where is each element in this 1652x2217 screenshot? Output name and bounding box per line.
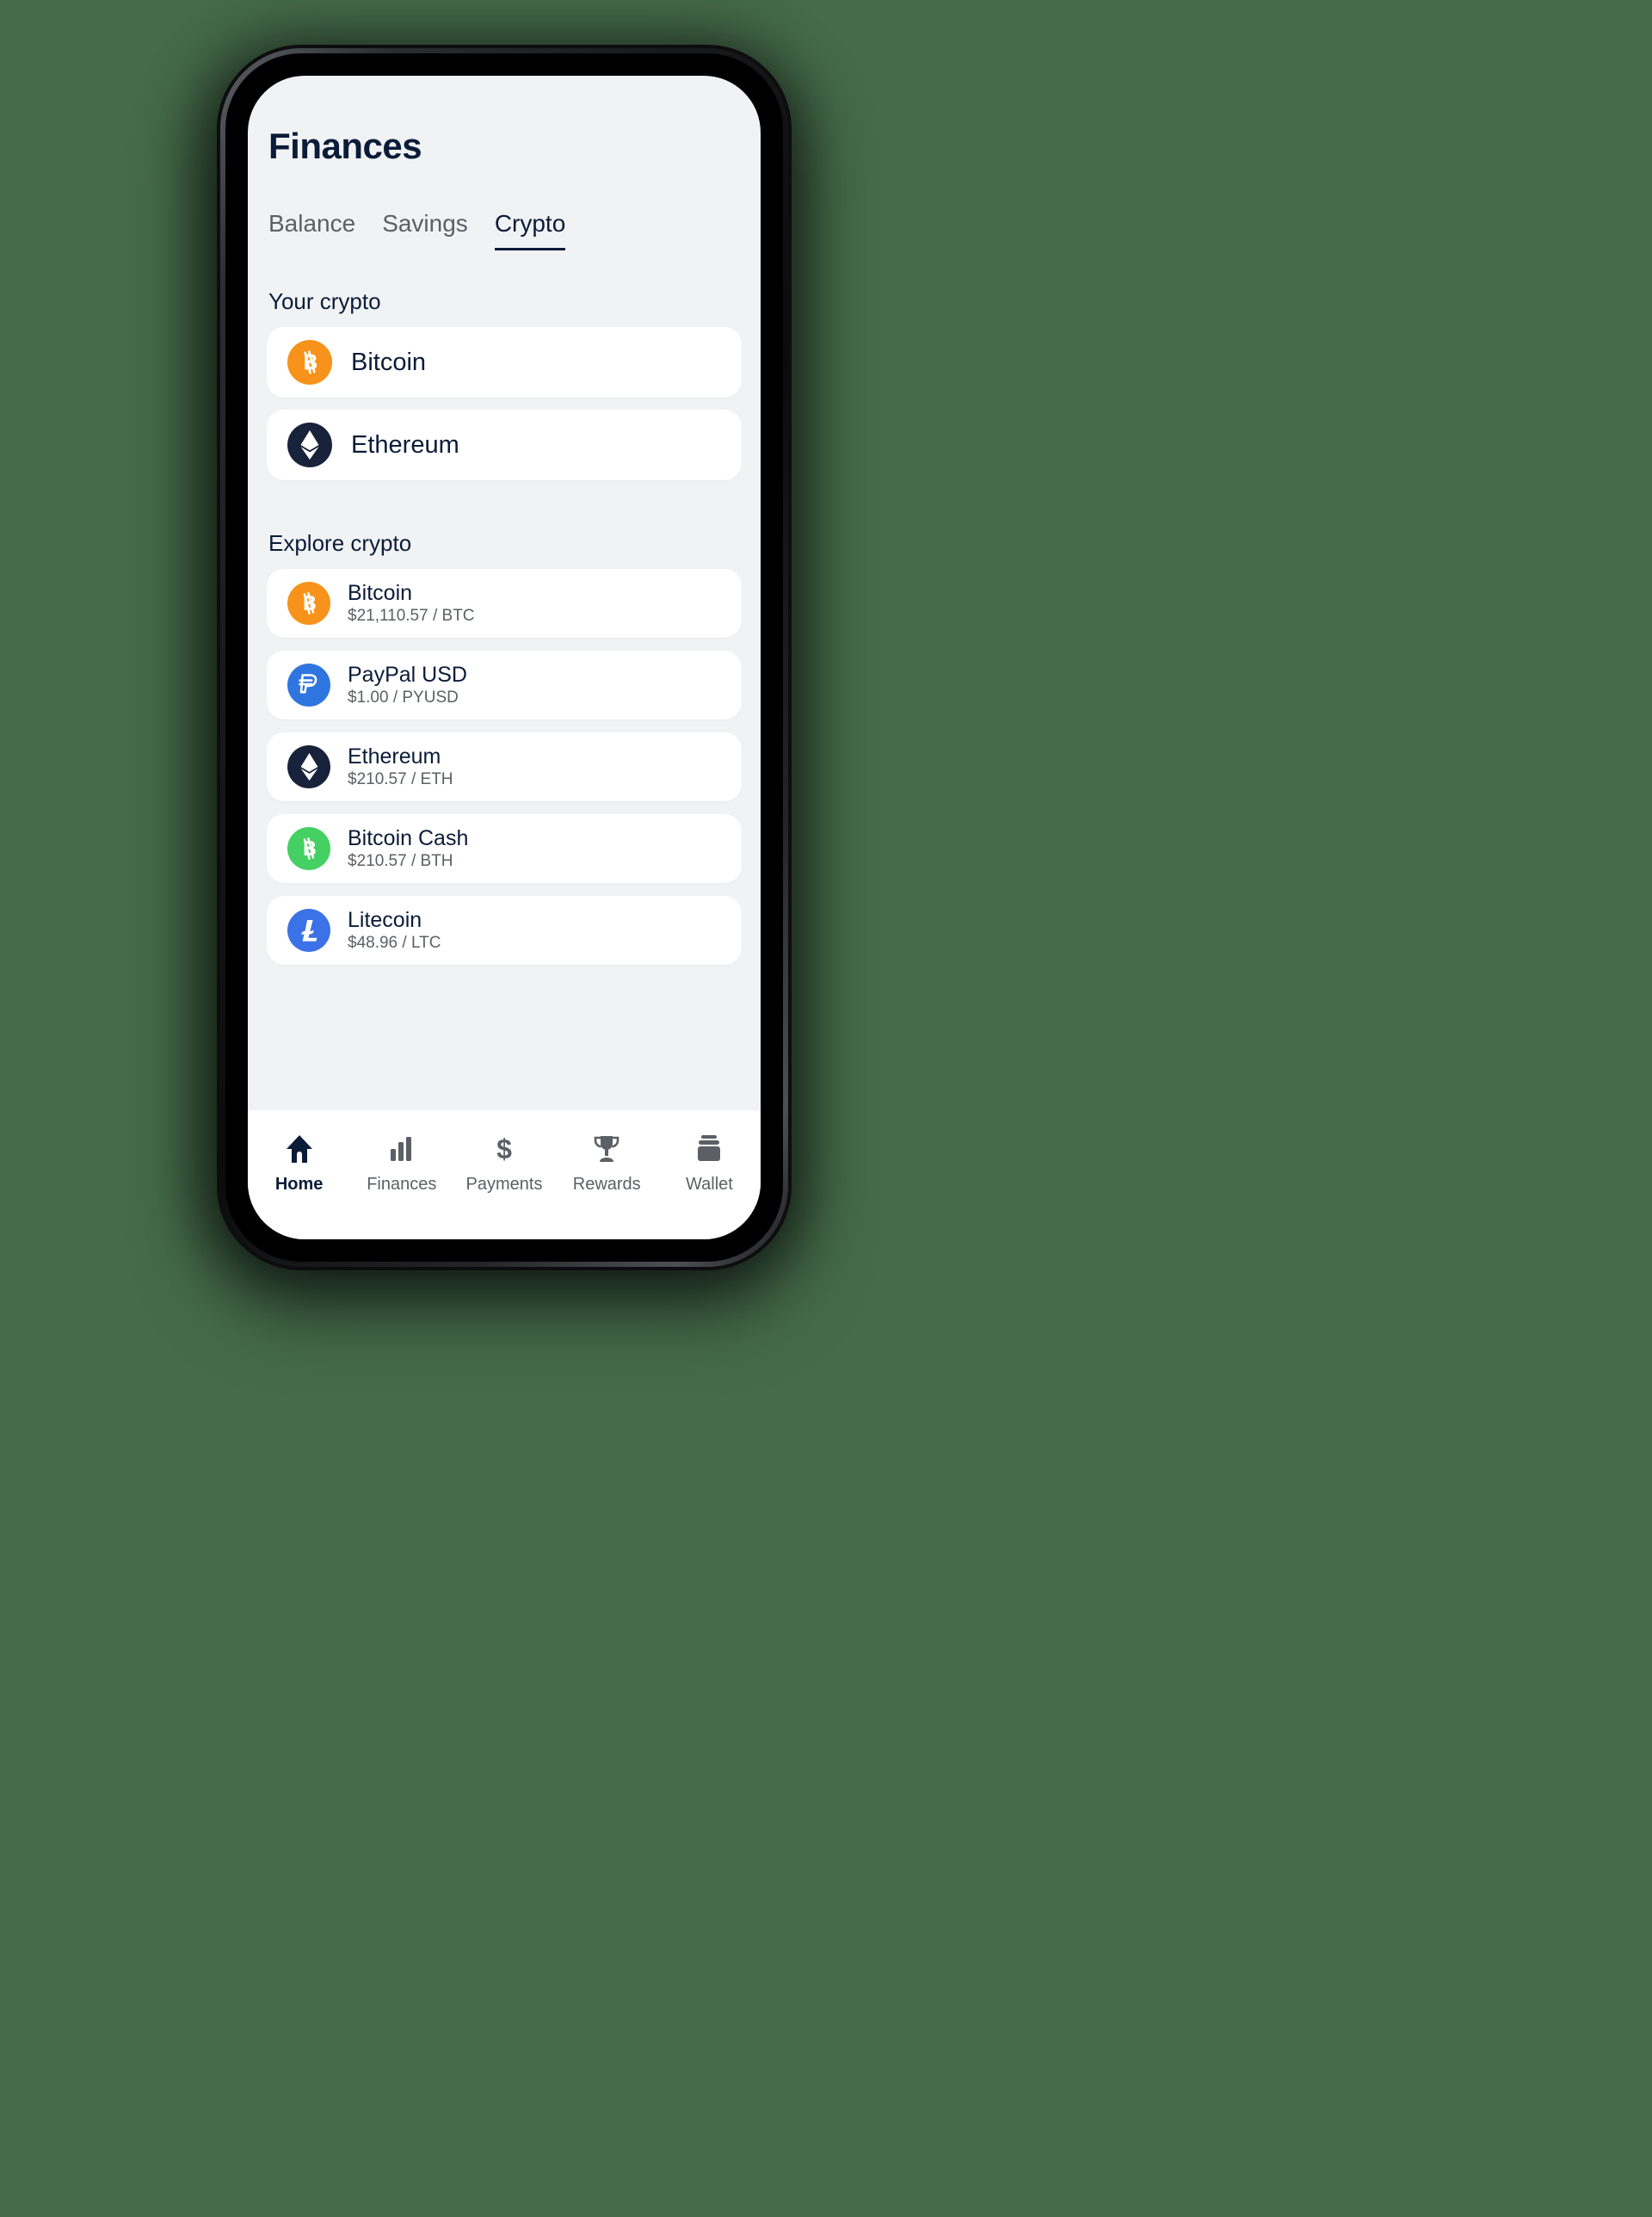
explore-row-bitcoin[interactable]: Bitcoin $21,110.57 / BTC (267, 569, 742, 638)
coin-price: $48.96 / LTC (348, 933, 441, 952)
nav-item-finances[interactable]: Finances (350, 1133, 453, 1195)
your-crypto-card-ethereum[interactable]: Ethereum (267, 410, 742, 480)
coin-name: Ethereum (351, 430, 459, 459)
coin-price: $210.57 / ETH (348, 769, 453, 788)
nav-label: Payments (465, 1175, 543, 1194)
phone-screen: Finances Balance Savings Crypto Your cry… (248, 76, 761, 1239)
tab-balance[interactable]: Balance (268, 210, 355, 250)
bitcoin-icon (287, 582, 330, 625)
tab-bar: Balance Savings Crypto (268, 210, 742, 250)
coin-text: Bitcoin Cash $210.57 / BTH (348, 826, 468, 872)
coin-price: $1.00 / PYUSD (348, 688, 459, 707)
your-crypto-card-bitcoin[interactable]: Bitcoin (267, 327, 742, 398)
coin-name: PayPal USD (348, 662, 467, 687)
nav-item-home[interactable]: Home (248, 1133, 350, 1195)
home-icon (286, 1133, 313, 1165)
coin-name: Ethereum (348, 744, 441, 769)
bottom-navigation-bar: Home Finances $ Payments Rewards Wallet (248, 1110, 761, 1239)
your-crypto-heading: Your crypto (268, 288, 381, 314)
coin-text: Litecoin $48.96 / LTC (348, 908, 441, 954)
explore-row-bitcoin-cash[interactable]: Bitcoin Cash $210.57 / BTH (267, 814, 742, 883)
nav-label: Finances (367, 1175, 437, 1194)
explore-row-ethereum[interactable]: Ethereum $210.57 / ETH (267, 732, 742, 801)
bitcoincash-icon (287, 827, 330, 870)
explore-crypto-heading: Explore crypto (268, 530, 412, 556)
litecoin-icon (287, 909, 330, 952)
app-content: Finances Balance Savings Crypto Your cry… (248, 76, 761, 1110)
ethereum-icon (287, 745, 330, 788)
coin-name: Bitcoin (351, 348, 427, 376)
tab-crypto[interactable]: Crypto (494, 210, 566, 250)
nav-item-wallet[interactable]: Wallet (658, 1133, 761, 1195)
coin-text: Ethereum $210.57 / ETH (348, 744, 453, 790)
wallet-icon (696, 1133, 722, 1165)
coin-name: Bitcoin Cash (348, 825, 469, 850)
phone-device: Finances Balance Savings Crypto Your cry… (217, 45, 792, 1270)
explore-row-paypal-usd[interactable]: PayPal USD $1.00 / PYUSD (267, 651, 742, 719)
nav-label: Rewards (572, 1175, 641, 1194)
coin-price: $210.57 / BTH (348, 851, 453, 870)
nav-item-payments[interactable]: $ Payments (453, 1133, 555, 1195)
barchart-icon (389, 1133, 415, 1165)
page-title: Finances (268, 126, 422, 166)
paypal-icon (287, 664, 330, 707)
nav-item-rewards[interactable]: Rewards (556, 1133, 658, 1195)
explore-row-litecoin[interactable]: Litecoin $48.96 / LTC (267, 896, 742, 965)
bitcoin-icon (287, 340, 332, 385)
tab-savings[interactable]: Savings (382, 210, 468, 250)
ethereum-icon (287, 423, 332, 467)
nav-label: Wallet (686, 1175, 733, 1194)
phone-body: Finances Balance Savings Crypto Your cry… (225, 53, 783, 1262)
coin-text: PayPal USD $1.00 / PYUSD (348, 663, 467, 708)
svg-text:$: $ (496, 1133, 512, 1164)
dollar-icon: $ (493, 1133, 515, 1165)
coin-text: Bitcoin $21,110.57 / BTC (348, 581, 475, 627)
nav-label: Home (274, 1175, 324, 1194)
coin-price: $21,110.57 / BTC (348, 606, 475, 625)
trophy-icon (593, 1133, 620, 1165)
coin-name: Bitcoin (348, 580, 413, 605)
coin-name: Litecoin (348, 907, 422, 932)
